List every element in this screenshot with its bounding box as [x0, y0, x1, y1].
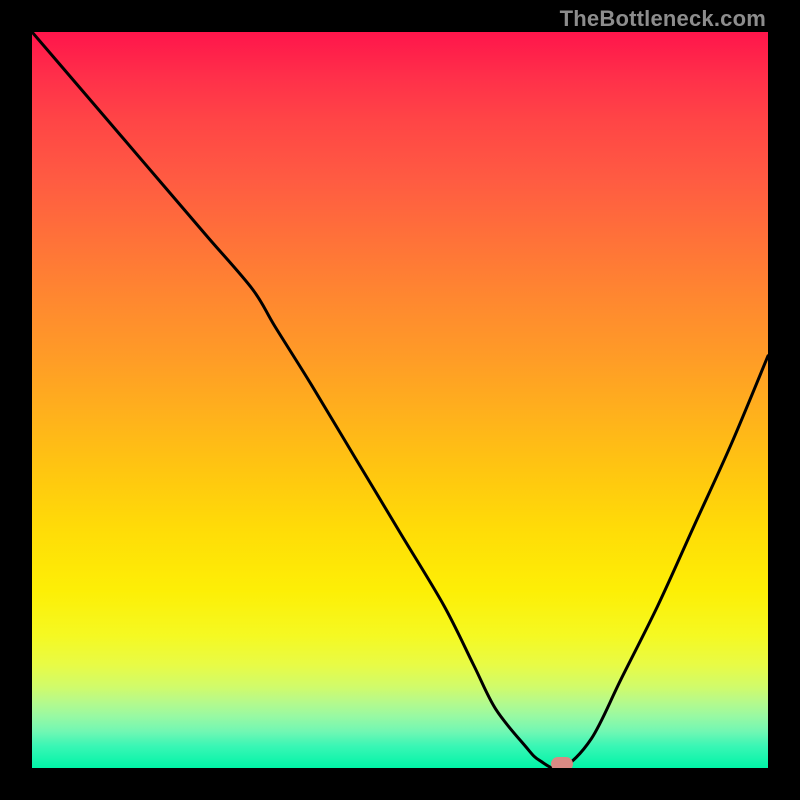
plot-area [32, 32, 768, 768]
curve-svg [32, 32, 768, 768]
bottleneck-curve [32, 32, 768, 768]
watermark-text: TheBottleneck.com [560, 6, 766, 32]
chart-frame: TheBottleneck.com [0, 0, 800, 800]
optimum-marker [551, 757, 573, 768]
